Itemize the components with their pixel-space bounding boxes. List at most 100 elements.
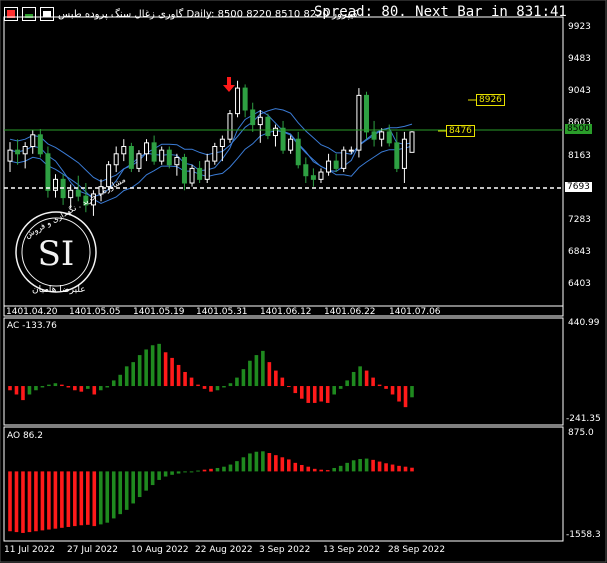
histogram-bar (137, 355, 142, 387)
histogram-bar (384, 386, 388, 389)
candle-body (386, 131, 392, 144)
logo-monogram: SI (38, 234, 75, 274)
candle-body (75, 189, 81, 197)
level-a-tag[interactable]: 8926 (476, 94, 505, 106)
candle-body (219, 138, 225, 147)
histogram-bar (163, 471, 168, 477)
histogram-bar (397, 465, 401, 472)
histogram-bar (27, 471, 32, 533)
histogram-bar (241, 369, 246, 387)
histogram-bar (98, 471, 103, 525)
histogram-bar (410, 467, 414, 472)
histogram-bar (60, 471, 64, 528)
candle-body (250, 109, 256, 126)
histogram-bar (196, 470, 200, 472)
histogram-bar (235, 377, 239, 387)
date-label: 22 Aug 2022 (195, 545, 253, 555)
histogram-bar (53, 383, 58, 387)
histogram-bar (150, 471, 155, 486)
candle-body (181, 156, 187, 184)
histogram-bar (73, 386, 77, 391)
candle-body (212, 145, 218, 162)
histogram-bar (131, 471, 135, 504)
ac-top-value: 440.99 (568, 318, 600, 328)
candle-body (227, 113, 233, 140)
histogram-bar (157, 471, 161, 480)
ac-bottom-value: -241.35 (566, 414, 601, 424)
candle-body (189, 167, 195, 184)
histogram-bar (105, 386, 110, 388)
candle-body (68, 189, 74, 199)
candle-body (242, 87, 248, 111)
histogram-bar (325, 386, 330, 403)
histogram-bar (79, 471, 84, 526)
histogram-bar (248, 360, 252, 387)
histogram-bar (397, 386, 401, 402)
current-price-tag[interactable]: 8500 (565, 124, 592, 134)
ao-bottom-value: -1558.3 (566, 530, 601, 540)
price-axis-label: 9923 (568, 22, 591, 32)
candle-body (166, 149, 172, 166)
candle-body (235, 87, 241, 115)
histogram-bar (228, 383, 233, 387)
histogram-bar (27, 386, 32, 395)
histogram-bar (79, 386, 84, 392)
histogram-bar (306, 466, 311, 472)
histogram-bar (170, 357, 174, 387)
candle-body (401, 138, 407, 169)
red-down-arrow-icon[interactable] (223, 77, 235, 92)
date-label: 3 Sep 2022 (259, 545, 311, 555)
histogram-bar (86, 386, 90, 389)
histogram-bar (53, 471, 58, 529)
histogram-bar (371, 459, 375, 472)
price-axis-label: 9043 (568, 86, 591, 97)
level-b-tag[interactable]: 8476 (446, 125, 475, 137)
histogram-bar (371, 377, 375, 387)
histogram-bar (47, 471, 51, 530)
histogram-bar (306, 386, 311, 403)
date-label: 11 Jul 2022 (4, 545, 55, 555)
histogram-bar (261, 350, 265, 387)
histogram-bar (124, 366, 129, 387)
histogram-bar (215, 386, 220, 391)
candle-body (363, 94, 369, 133)
main-panel-frame (3, 16, 564, 317)
histogram-bar (66, 471, 71, 527)
histogram-bar (92, 386, 97, 395)
dashed-level-tag[interactable]: 7693 (565, 182, 592, 192)
date-label: 10 Aug 2022 (131, 545, 189, 555)
histogram-bar (384, 463, 388, 472)
histogram-bar (131, 362, 135, 387)
histogram-bar (111, 471, 116, 519)
candle-body (15, 149, 21, 155)
candle-body (272, 127, 278, 137)
price-axis-label: 8163 (568, 150, 591, 161)
histogram-bar (390, 464, 395, 472)
histogram-bar (176, 364, 181, 387)
main-x-label: 1401.05.05 (69, 307, 121, 317)
candle-body (197, 167, 203, 180)
histogram-bar (8, 471, 12, 532)
histogram-bar (312, 386, 317, 403)
chart-window[interactable]: گاوری زغال سنگ پروده طبس Daily: 8500 822… (0, 0, 607, 563)
histogram-bar (377, 384, 382, 387)
histogram-bar (222, 466, 226, 472)
candle-body (257, 116, 263, 126)
histogram-bar (196, 384, 200, 387)
candle-body (409, 131, 415, 153)
histogram-bar (345, 462, 349, 472)
date-label: 13 Sep 2022 (323, 545, 381, 555)
histogram-bar (293, 386, 298, 394)
histogram-bar (364, 458, 369, 472)
histogram-bar (98, 386, 103, 391)
histogram-bar (202, 469, 207, 472)
chart-canvas[interactable]: SI (0, 0, 607, 563)
histogram-bar (189, 471, 194, 473)
histogram-bar (137, 471, 142, 498)
histogram-bar (66, 386, 71, 388)
candle-body (333, 160, 339, 169)
candle-body (280, 127, 286, 151)
histogram-bar (332, 386, 336, 395)
histogram-bar (209, 468, 213, 472)
candle-body (371, 131, 377, 140)
